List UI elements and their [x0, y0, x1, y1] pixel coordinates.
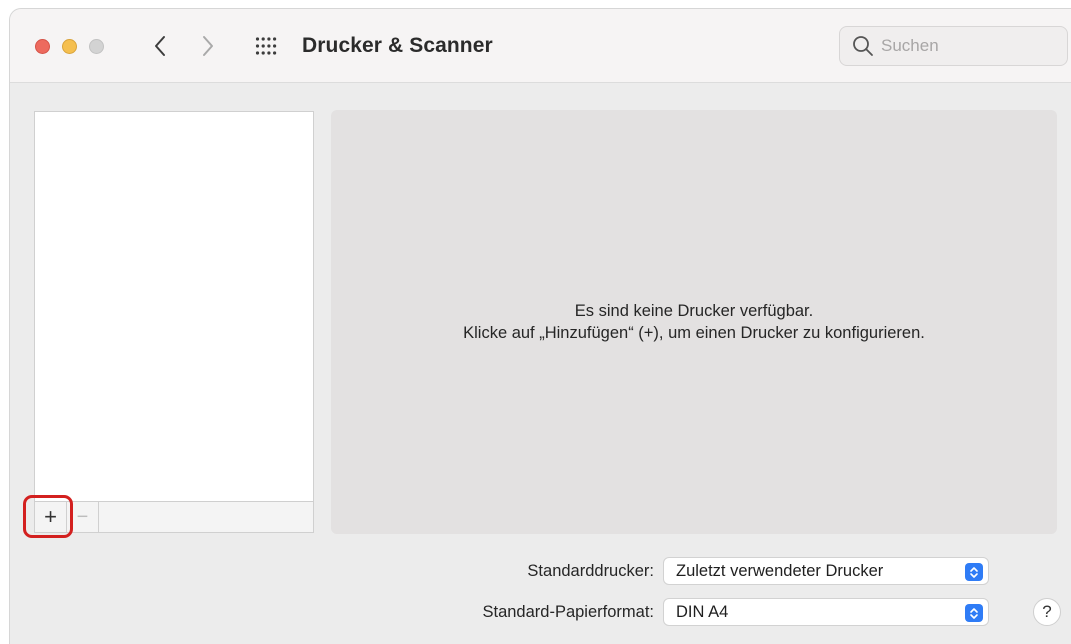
search-icon [853, 36, 873, 56]
close-window-button[interactable] [35, 39, 50, 54]
default-printer-popup[interactable]: Zuletzt verwendeter Drucker [663, 557, 989, 585]
search-field[interactable] [839, 26, 1068, 66]
preferences-window: Drucker & Scanner + − Es sind keine Druc… [9, 8, 1071, 644]
paper-size-popup[interactable]: DIN A4 [663, 598, 989, 626]
updown-chevron-icon [965, 563, 983, 581]
chevron-left-icon [155, 36, 165, 56]
default-printer-row: Standarddrucker: Zuletzt verwendeter Dru… [10, 557, 1071, 585]
paper-size-label: Standard-Papierformat: [482, 602, 654, 621]
default-printer-value: Zuletzt verwendeter Drucker [676, 561, 884, 580]
printer-list-toolbar: + − [34, 501, 314, 533]
minimize-window-button[interactable] [62, 39, 77, 54]
zoom-window-button[interactable] [89, 39, 104, 54]
updown-chevron-icon [965, 604, 983, 622]
show-all-button[interactable] [255, 36, 277, 56]
default-printer-label: Standarddrucker: [527, 561, 654, 580]
add-printer-hint: Klicke auf „Hinzufügen“ (+), um einen Dr… [463, 324, 925, 342]
search-input[interactable] [881, 36, 1051, 56]
no-printers-message: Es sind keine Drucker verfügbar. [574, 302, 814, 320]
forward-button[interactable] [195, 31, 221, 61]
printer-detail-panel: Es sind keine Drucker verfügbar. Klicke … [331, 110, 1057, 534]
grid-icon [255, 37, 277, 55]
chevron-right-icon [203, 36, 213, 56]
title-bar: Drucker & Scanner [10, 9, 1071, 83]
add-button-highlight [23, 495, 73, 538]
help-button[interactable]: ? [1033, 598, 1061, 626]
printer-list[interactable] [34, 111, 314, 501]
window-title: Drucker & Scanner [302, 34, 493, 57]
paper-size-row: Standard-Papierformat: DIN A4 [10, 598, 1071, 626]
back-button[interactable] [147, 31, 173, 61]
paper-size-value: DIN A4 [676, 602, 729, 621]
